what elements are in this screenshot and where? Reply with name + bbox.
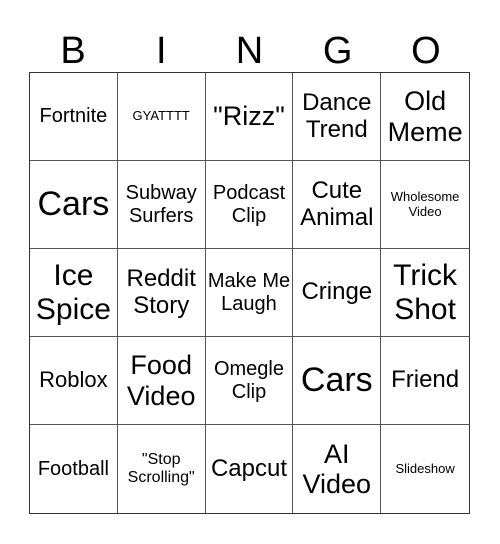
bingo-cell[interactable]: Podcast Clip <box>205 161 294 249</box>
header-letter-o: O <box>411 30 441 72</box>
bingo-cell[interactable]: Fortnite <box>30 73 118 161</box>
header-letter-n: N <box>235 30 264 72</box>
bingo-cell[interactable]: Omegle Clip <box>205 337 294 425</box>
bingo-cell[interactable]: Ice Spice <box>30 249 118 337</box>
header-letter-g: G <box>322 30 353 72</box>
bingo-header: B I N G O <box>29 30 470 72</box>
bingo-cell[interactable]: Wholesome Video <box>381 161 469 249</box>
bingo-cell[interactable]: Cute Animal <box>293 161 382 249</box>
bingo-cell[interactable]: "Stop Scrolling" <box>118 425 206 513</box>
header-letter-i: I <box>156 30 167 72</box>
bingo-cell[interactable]: Food Video <box>117 337 206 425</box>
bingo-cell[interactable]: Make Me Laugh <box>205 249 294 337</box>
bingo-cell[interactable]: Old Meme <box>381 73 469 161</box>
bingo-cell[interactable]: Capcut <box>206 425 294 513</box>
bingo-cell[interactable]: Cars <box>30 161 118 249</box>
bingo-cell[interactable]: GYATTTT <box>117 73 206 161</box>
header-letter-b: B <box>60 30 86 72</box>
bingo-cell[interactable]: Slideshow <box>381 425 469 513</box>
bingo-cell[interactable]: Trick Shot <box>381 249 469 337</box>
bingo-cell[interactable]: Reddit Story <box>117 249 206 337</box>
bingo-cell[interactable]: Cringe <box>293 249 382 337</box>
bingo-grid: Fortnite GYATTTT "Rizz" Dance Trend Old … <box>29 72 470 514</box>
bingo-cell[interactable]: "Rizz" <box>205 73 294 161</box>
bingo-cell[interactable]: Football <box>30 425 118 513</box>
bingo-cell[interactable]: AI Video <box>293 425 382 513</box>
bingo-cell[interactable]: Roblox <box>30 337 118 425</box>
bingo-cell[interactable]: Friend <box>381 337 469 425</box>
bingo-cell[interactable]: Cars <box>293 337 382 425</box>
bingo-cell[interactable]: Dance Trend <box>293 73 382 161</box>
bingo-cell[interactable]: Subway Surfers <box>117 161 206 249</box>
